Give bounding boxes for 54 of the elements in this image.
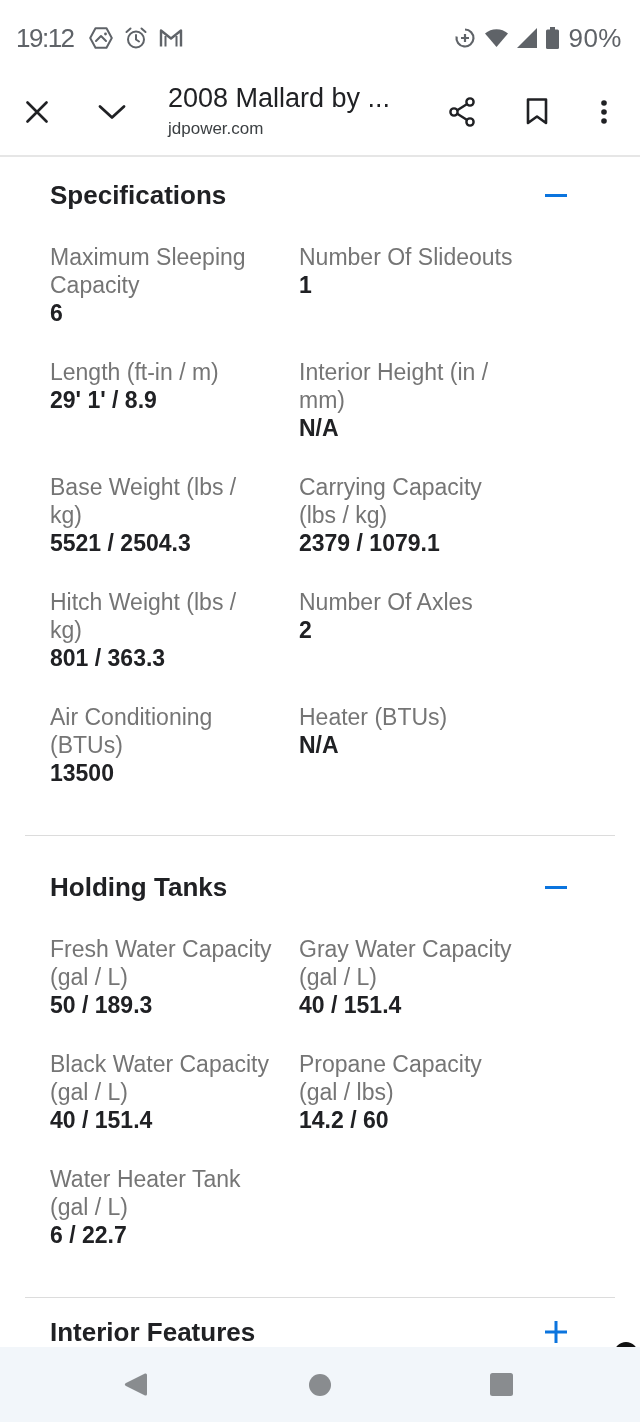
alarm-clock-icon <box>124 27 147 49</box>
circle-plus-icon <box>454 27 477 49</box>
plus-icon[interactable] <box>545 1321 567 1343</box>
signal-icon <box>517 28 538 48</box>
spec-value: 6 / 22.7 <box>50 1221 127 1249</box>
spec-label: Air Conditioning (BTUs) <box>50 703 214 759</box>
spec-label: Fresh Water Capacity (gal / L) <box>50 935 273 991</box>
spec-label: Length (ft-in / m) <box>50 358 219 386</box>
spec-label: Hitch Weight (lbs / kg) <box>50 588 238 644</box>
spec-label: Propane Capacity (gal / lbs) <box>299 1050 483 1106</box>
more-icon[interactable] <box>601 99 607 124</box>
spec-label: Base Weight (lbs / kg) <box>50 473 238 529</box>
page-url: jdpower.com <box>168 118 264 140</box>
spec-label: Heater (BTUs) <box>299 703 448 731</box>
spec-label: Black Water Capacity (gal / L) <box>50 1050 270 1106</box>
share-icon[interactable] <box>448 96 476 127</box>
home-icon[interactable] <box>309 1373 331 1396</box>
spec-label: Maximum Sleeping Capacity <box>50 243 247 299</box>
spec-value: 29' 1' / 8.9 <box>50 386 157 414</box>
wifi-icon <box>485 29 509 47</box>
spec-value: 50 / 189.3 <box>50 991 153 1019</box>
spec-value: N/A <box>299 731 339 759</box>
section-title: Interior Features <box>50 1317 256 1347</box>
minus-icon[interactable] <box>545 193 567 197</box>
spec-value: N/A <box>299 414 339 442</box>
battery-percent: 90% <box>568 23 622 53</box>
chevron-down-icon[interactable] <box>98 103 126 120</box>
spec-value: 6 <box>50 299 63 327</box>
spec-value: 2 <box>299 616 312 644</box>
minus-icon[interactable] <box>545 885 567 889</box>
section-title: Holding Tanks <box>50 872 228 902</box>
status-time: 19:12 <box>16 23 74 53</box>
spec-label: Carrying Capacity (lbs / kg) <box>299 473 483 529</box>
spec-value: 14.2 / 60 <box>299 1106 389 1134</box>
battery-icon <box>546 27 560 49</box>
spec-value: 801 / 363.3 <box>50 644 166 672</box>
spec-label: Gray Water Capacity (gal / L) <box>299 935 513 991</box>
hexagon-icon <box>88 27 113 49</box>
page-title: 2008 Mallard by ... <box>168 83 391 113</box>
spec-label: Interior Height (in / mm) <box>299 358 490 414</box>
spec-label: Water Heater Tank (gal / L) <box>50 1165 242 1221</box>
spec-value: 1 <box>299 271 312 299</box>
bookmark-icon[interactable] <box>526 98 548 125</box>
spec-label: Number Of Slideouts <box>299 243 513 271</box>
close-icon[interactable] <box>26 100 48 123</box>
spec-value: 5521 / 2504.3 <box>50 529 191 557</box>
back-icon[interactable] <box>124 1372 147 1397</box>
section-title: Specifications <box>50 180 227 210</box>
spec-label: Number Of Axles <box>299 588 473 616</box>
spec-value: 40 / 151.4 <box>50 1106 153 1134</box>
spec-value: 2379 / 1079.1 <box>299 529 440 557</box>
spec-value: 40 / 151.4 <box>299 991 402 1019</box>
m-logo-icon <box>158 28 183 48</box>
spec-value: 13500 <box>50 759 114 787</box>
